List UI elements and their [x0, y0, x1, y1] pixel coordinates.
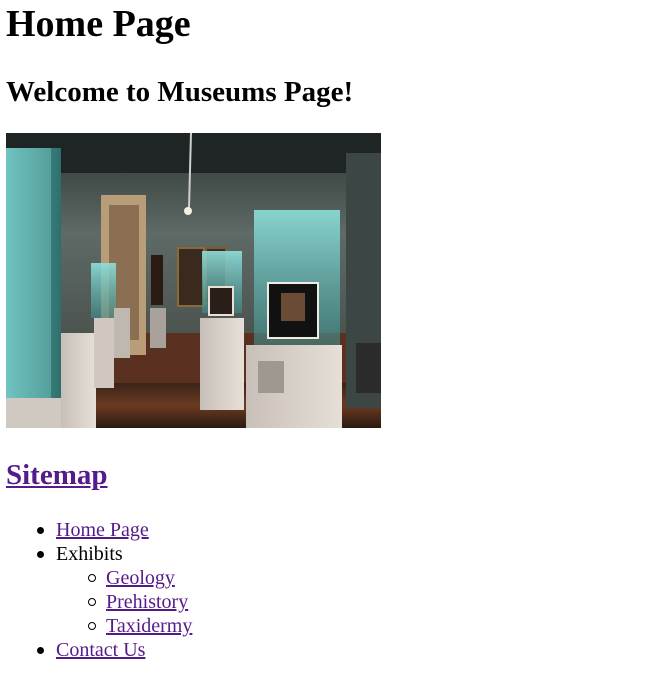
museum-gallery-photo-icon — [6, 133, 381, 428]
geology-link[interactable]: Geology — [106, 567, 175, 589]
welcome-heading: Welcome to Museums Page! — [6, 76, 354, 108]
exhibits-label: Exhibits — [56, 543, 123, 565]
list-item: Contact Us — [36, 638, 192, 662]
home-page-link[interactable]: Home Page — [56, 519, 149, 541]
list-item: Home Page — [36, 518, 192, 542]
contact-us-link[interactable]: Contact Us — [56, 639, 145, 661]
sitemap-heading[interactable]: Sitemap — [6, 457, 108, 493]
list-item: Geology — [87, 566, 192, 590]
exhibits-sublist: Geology Prehistory Taxidermy — [56, 566, 192, 638]
sitemap-link[interactable]: Sitemap — [6, 459, 108, 491]
page-title: Home Page — [6, 3, 191, 45]
list-item: Prehistory — [87, 590, 192, 614]
taxidermy-link[interactable]: Taxidermy — [106, 615, 192, 637]
sitemap-list: Home Page Exhibits Geology Prehistory Ta… — [6, 518, 192, 662]
list-item: Taxidermy — [87, 614, 192, 638]
museum-hero-image — [6, 133, 381, 428]
list-item: Exhibits Geology Prehistory Taxidermy — [36, 542, 192, 638]
prehistory-link[interactable]: Prehistory — [106, 591, 188, 613]
